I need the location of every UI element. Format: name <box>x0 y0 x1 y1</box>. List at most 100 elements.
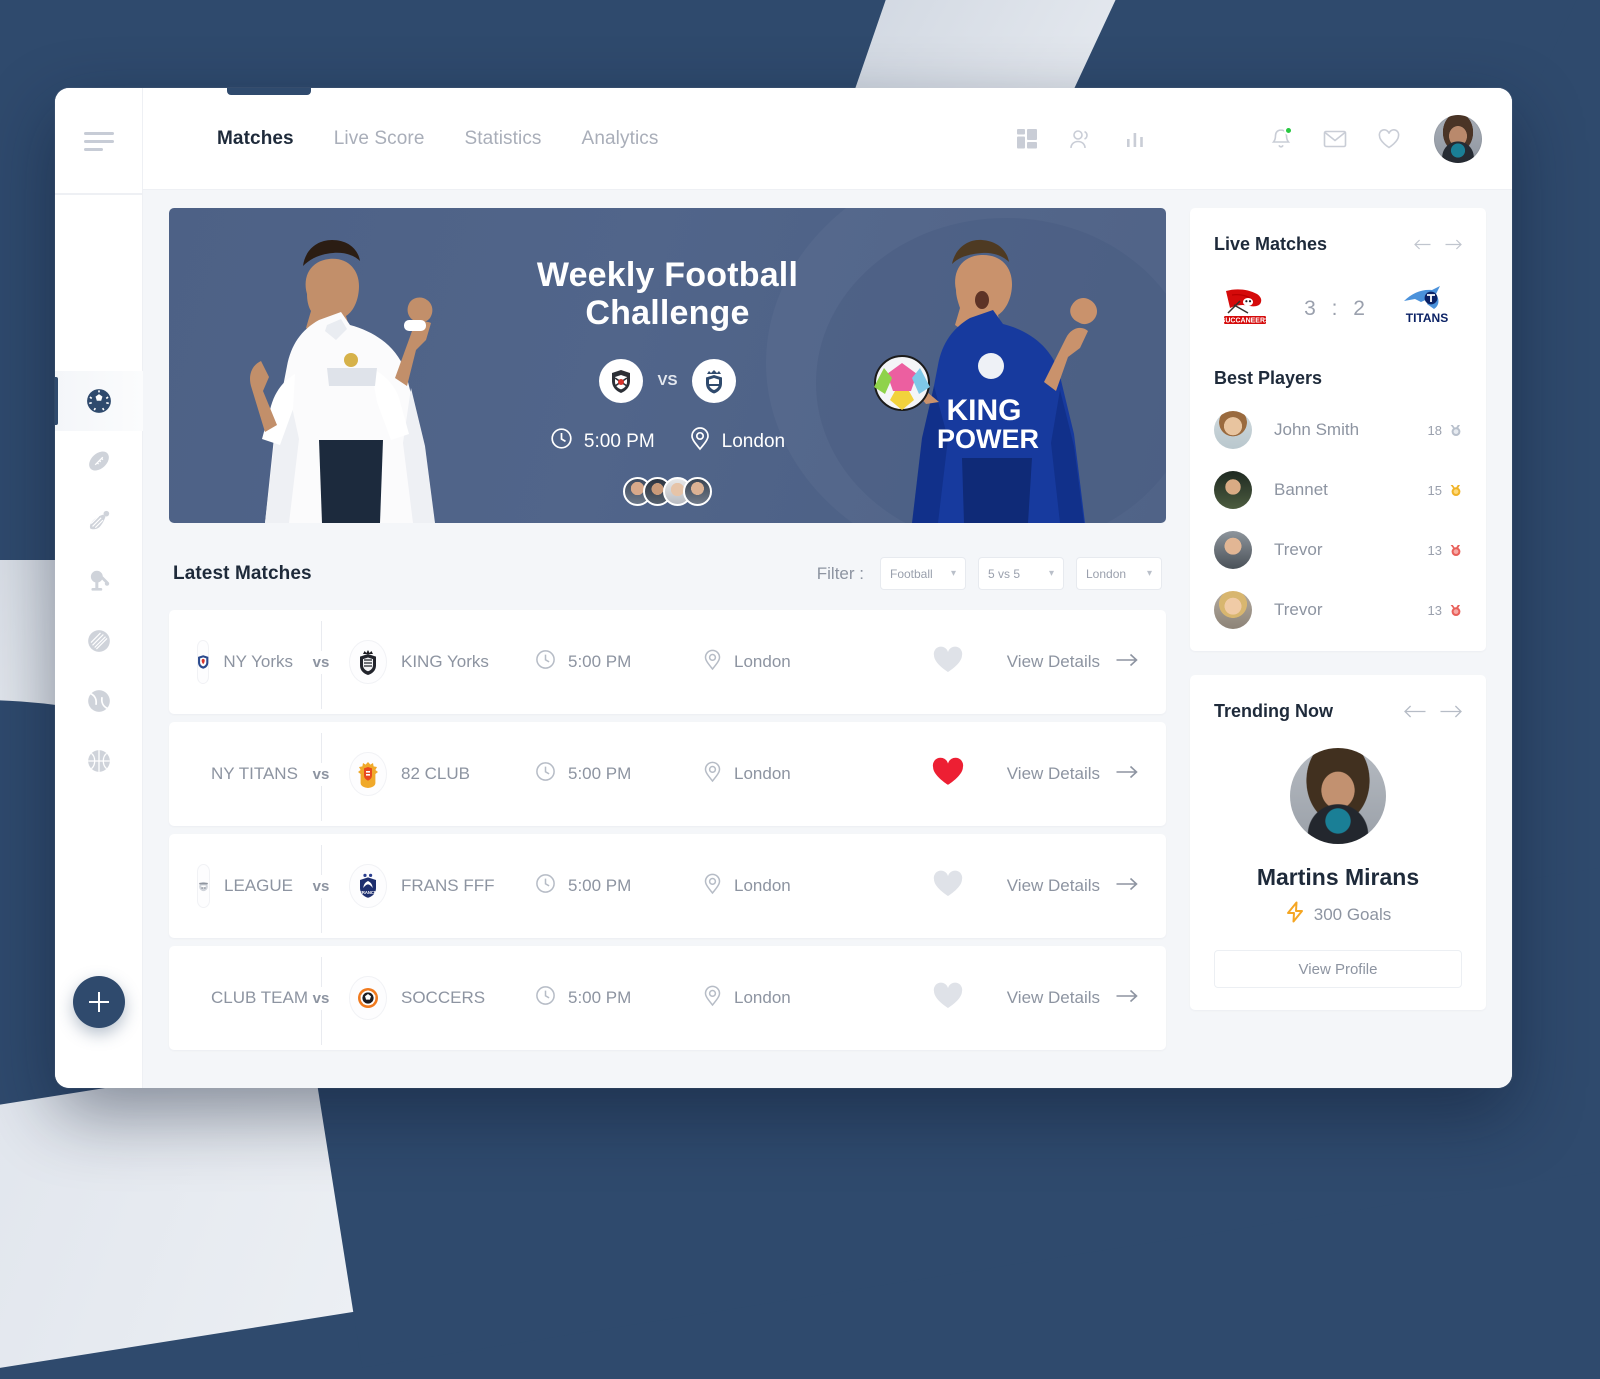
player-name: Trevor <box>1274 540 1323 559</box>
city-filter[interactable]: London ▾ <box>1076 557 1162 590</box>
arrow-right-icon <box>1116 652 1138 672</box>
home-team: CLUB TEAM <box>197 976 308 1020</box>
view-details-button[interactable]: View Details <box>1007 988 1138 1008</box>
match-location: London <box>703 649 893 676</box>
favorites-heart-icon[interactable] <box>1362 119 1416 159</box>
match-time: 5:00 PM <box>535 649 703 675</box>
favorite-toggle[interactable] <box>893 982 1003 1015</box>
match-location: London <box>703 761 893 788</box>
match-time-label: 5:00 PM <box>568 988 632 1007</box>
table-row[interactable]: CLUB TEAM vs SOCCERS 5:00 PM London View… <box>169 946 1166 1050</box>
team-logo-frans-fff: FRANCE <box>349 864 387 908</box>
soccer-ball-icon <box>86 388 112 414</box>
match-location: London <box>703 985 893 1012</box>
view-details-button[interactable]: View Details <box>1007 876 1138 896</box>
home-team-name: NY Yorks <box>223 652 293 671</box>
favorite-toggle[interactable] <box>893 870 1003 903</box>
player-score: 13 <box>1428 543 1462 558</box>
dashboard-grid-icon[interactable] <box>1000 119 1054 159</box>
away-team-name: FRANS FFF <box>401 876 495 895</box>
tab-statistics[interactable]: Statistics <box>465 128 542 150</box>
away-team: SOCCERS <box>349 976 535 1020</box>
favorite-toggle[interactable] <box>893 757 1003 792</box>
live-match-score: 3 : 2 <box>1304 296 1370 320</box>
trending-now-card: Trending Now Martins Mirans 300 Goals Vi… <box>1190 675 1486 1010</box>
match-time-label: 5:00 PM <box>568 652 632 671</box>
team-logo-league <box>197 864 211 908</box>
tab-analytics[interactable]: Analytics <box>582 128 659 150</box>
vs-label: vs <box>312 986 330 1010</box>
sidebar-item-football[interactable] <box>55 371 143 431</box>
arrow-right-icon[interactable] <box>1440 705 1462 718</box>
list-item[interactable]: Trevor 13 <box>1214 591 1462 629</box>
live-match-score-row[interactable]: BUCCANEERS 3 : 2 TITANS <box>1214 285 1462 340</box>
format-filter[interactable]: 5 vs 5 ▾ <box>978 557 1064 590</box>
mail-icon[interactable] <box>1308 119 1362 159</box>
team-logo-82-club <box>349 752 387 796</box>
team-logo-ny-yorks <box>197 640 210 684</box>
favorite-toggle[interactable] <box>893 646 1003 679</box>
tab-matches[interactable]: Matches <box>217 128 294 150</box>
hero-location-label: London <box>721 430 786 452</box>
hamburger-icon[interactable] <box>83 132 114 151</box>
clock-icon <box>535 649 556 675</box>
heart-icon <box>933 982 963 1015</box>
view-details-button[interactable]: View Details <box>1007 652 1138 672</box>
versus-separator: vs <box>293 732 349 821</box>
medal-icon <box>1450 604 1461 616</box>
player-score-value: 13 <box>1427 542 1442 558</box>
player-name: Bannet <box>1274 480 1328 499</box>
heart-icon <box>932 757 964 792</box>
live-matches-carousel-nav <box>1414 239 1462 250</box>
player-score-value: 15 <box>1427 482 1442 498</box>
tab-live-score[interactable]: Live Score <box>334 128 425 150</box>
trending-player-name: Martins Mirans <box>1256 864 1420 890</box>
bar-chart-icon[interactable] <box>1108 119 1162 159</box>
notification-bell-icon[interactable] <box>1254 119 1308 159</box>
sidebar-item-basketball[interactable] <box>55 731 143 791</box>
add-button[interactable] <box>72 976 125 1028</box>
home-team: TITANS NY TITANS <box>197 752 298 796</box>
vs-label: vs <box>312 650 330 674</box>
sidebar-item-cricket[interactable] <box>55 611 143 671</box>
arrow-right-icon <box>1116 876 1138 896</box>
arrow-left-icon[interactable] <box>1414 239 1431 250</box>
avatar[interactable] <box>1290 748 1386 844</box>
sidebar-item-badminton[interactable] <box>55 491 143 551</box>
list-item[interactable]: Bannet 15 <box>1214 471 1462 509</box>
svg-text:FRANCE: FRANCE <box>359 890 377 895</box>
sidebar-item-table-tennis[interactable] <box>55 551 143 611</box>
users-icon[interactable] <box>1054 119 1108 159</box>
hero-title-line-2: Challenge <box>585 294 750 333</box>
match-time: 5:00 PM <box>535 873 703 899</box>
hero-meta-row: 5:00 PM London <box>550 427 785 457</box>
away-team-name: SOCCERS <box>401 988 486 1007</box>
trending-carousel-nav <box>1404 705 1462 718</box>
view-details-button[interactable]: View Details <box>1007 764 1138 784</box>
player-score: 15 <box>1428 483 1462 498</box>
trending-player-goals: 300 Goals <box>1285 901 1391 928</box>
live-away-team-logo-titans: TITANS <box>1398 285 1456 332</box>
sidebar-item-american-football[interactable] <box>55 431 143 491</box>
list-item[interactable]: John Smith 18 <box>1214 411 1462 449</box>
hero-time-label: 5:00 PM <box>583 430 655 452</box>
avatar <box>683 476 712 506</box>
away-team-name: KING Yorks <box>401 652 489 671</box>
sidebar-item-tennis[interactable] <box>55 671 143 731</box>
home-team: LEAGUE <box>197 864 293 908</box>
city-filter-value: London <box>1086 566 1127 581</box>
best-players-title: Best Players <box>1214 368 1323 388</box>
user-avatar[interactable] <box>1434 114 1482 163</box>
arrow-right-icon[interactable] <box>1445 239 1462 250</box>
hero-location-item: London <box>689 427 785 457</box>
list-item[interactable]: Trevor 13 <box>1214 531 1462 569</box>
view-profile-button[interactable]: View Profile <box>1214 950 1462 988</box>
table-row[interactable]: TITANS NY TITANS vs 82 CLUB <box>169 722 1166 826</box>
table-row[interactable]: NY Yorks vs KING Yorks 5:00 PM London Vi… <box>169 610 1166 714</box>
sport-filter[interactable]: Football ▾ <box>880 557 966 590</box>
sidebar-sport-list <box>55 371 143 791</box>
player-score-value: 13 <box>1427 602 1442 618</box>
table-row[interactable]: LEAGUE vs FRANCE FRANS FFF 5:00 PM Londo… <box>169 834 1166 938</box>
arrow-left-icon[interactable] <box>1404 705 1426 718</box>
hero-attendee-avatars[interactable] <box>623 476 712 506</box>
